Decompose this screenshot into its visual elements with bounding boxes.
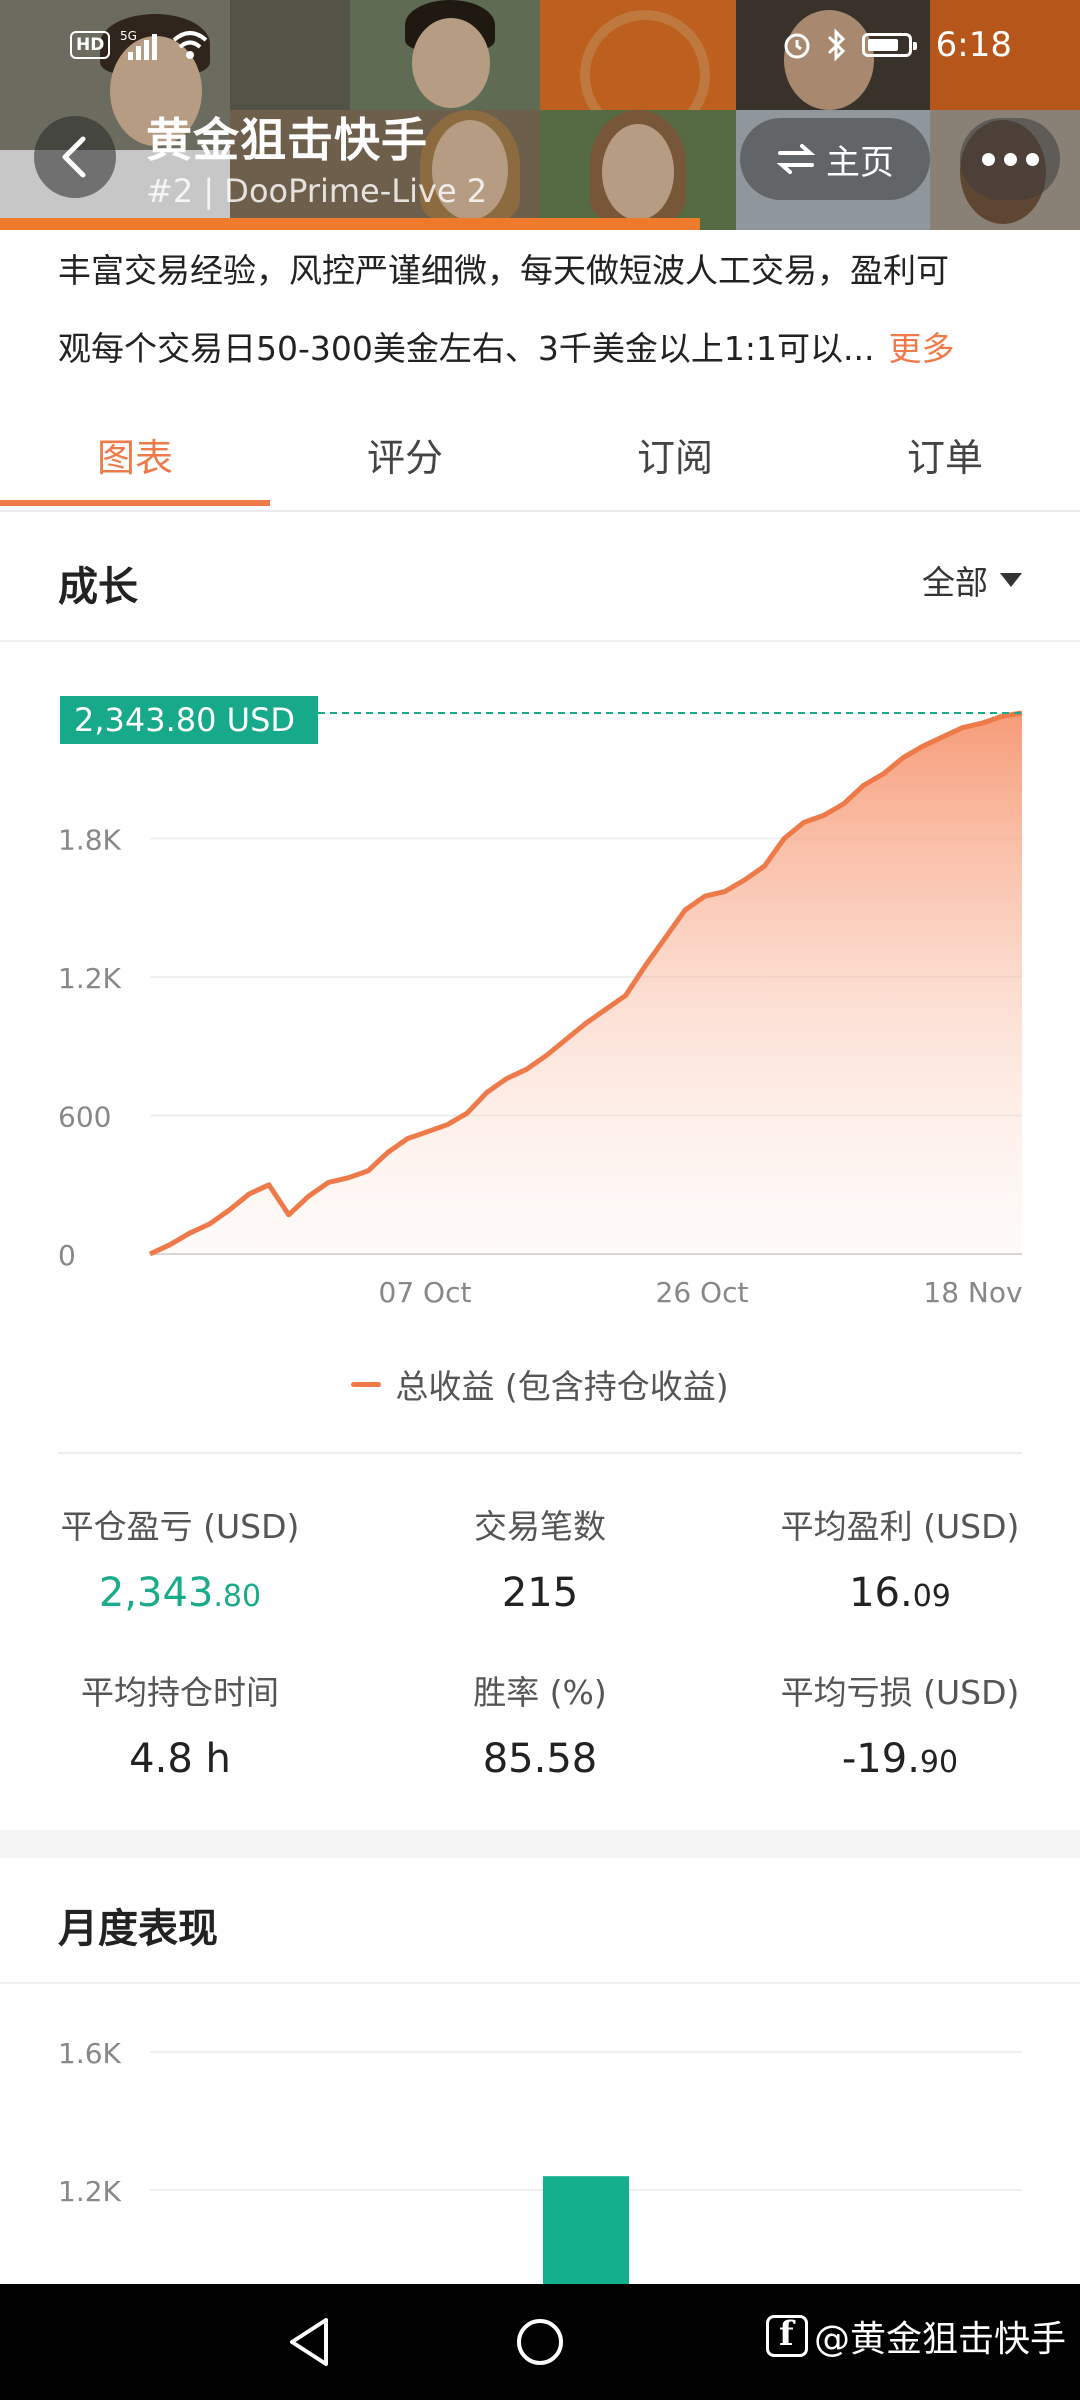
x-tick-label: 18 Nov xyxy=(923,1276,1022,1309)
stat-label: 交易笔数 xyxy=(474,1507,606,1546)
y-tick-label: 1.2K xyxy=(58,962,122,995)
nav-home-icon[interactable] xyxy=(514,2316,566,2368)
swap-icon xyxy=(776,144,816,174)
description-line-text: 观每个交易日50-300美金左右、3千美金以上1:1可以... xyxy=(58,329,875,368)
range-filter[interactable]: 全部 xyxy=(922,556,1022,604)
active-tab-indicator xyxy=(0,500,270,506)
x-tick-label: 07 Oct xyxy=(379,1276,472,1309)
growth-title: 成长 xyxy=(58,564,138,610)
stat-label: 平均盈利 (USD) xyxy=(780,1507,1020,1546)
description-line: 观每个交易日50-300美金左右、3千美金以上1:1可以... 更多 xyxy=(58,310,1038,388)
y-tick-label: 600 xyxy=(58,1101,111,1134)
page-title: 黄金狙击快手 xyxy=(146,113,428,167)
home-button[interactable]: 主页 xyxy=(740,118,930,200)
stat-trade-count: 交易笔数 215 xyxy=(360,1500,720,1616)
tab-rating[interactable]: 评分 xyxy=(270,400,540,508)
stat-avg-profit: 平均盈利 (USD) 16.09 xyxy=(720,1500,1080,1616)
stat-value-decimal: .80 xyxy=(213,1579,262,1614)
more-dot xyxy=(1025,152,1039,166)
stat-value-decimal: 09 xyxy=(912,1579,951,1614)
more-dots-icon xyxy=(981,152,995,166)
more-link[interactable]: 更多 xyxy=(888,329,954,368)
growth-area xyxy=(150,713,1022,1254)
stat-label: 胜率 (%) xyxy=(473,1673,607,1712)
stat-value-decimal: 90 xyxy=(919,1745,959,1780)
y-tick-label: 1.2K xyxy=(58,2175,122,2208)
tab-orders[interactable]: 订单 xyxy=(810,400,1080,508)
section-separator xyxy=(0,1830,1080,1858)
current-value-text: 2,343.80 USD xyxy=(74,701,295,739)
growth-header: 成长 全部 xyxy=(0,516,1080,642)
description-line: 丰富交易经验，风控严谨细微，每天做短波人工交易，盈利可 xyxy=(58,251,949,290)
hd-badge: HD xyxy=(70,31,111,59)
watermark-text: @黄金狙击快手 xyxy=(813,2319,1066,2360)
x-tick-label: 26 Oct xyxy=(656,1276,749,1309)
legend-label: 总收益 (包含持仓收益) xyxy=(395,1367,729,1406)
stat-value: 85.58 xyxy=(360,1736,720,1782)
chart-legend: 总收益 (包含持仓收益) xyxy=(0,1360,1080,1408)
stat-value: 4.8 h xyxy=(0,1736,360,1782)
stat-value-main: 2,343 xyxy=(98,1570,214,1616)
stat-value: 215 xyxy=(360,1570,720,1616)
tab-chart[interactable]: 图表 xyxy=(0,400,270,508)
alarm-icon xyxy=(784,33,810,59)
wifi-icon xyxy=(173,31,208,59)
home-button-label: 主页 xyxy=(826,142,894,183)
header-accent-line xyxy=(0,218,700,230)
battery-icon xyxy=(861,33,917,57)
monthly-bar xyxy=(543,2176,629,2284)
strategy-description: 丰富交易经验，风控严谨细微，每天做短波人工交易，盈利可 观每个交易日50-300… xyxy=(58,232,1038,388)
status-bar-left: HD 5G xyxy=(70,22,210,68)
caret-down-icon xyxy=(1000,573,1022,587)
y-tick-label: 0 xyxy=(58,1239,76,1272)
stat-avg-loss: 平均亏损 (USD) -19.90 xyxy=(720,1666,1080,1782)
more-dot xyxy=(1003,152,1017,166)
range-filter-label: 全部 xyxy=(922,563,988,602)
nav-back-icon[interactable] xyxy=(286,2316,334,2368)
stat-value: 16.09 xyxy=(720,1570,1080,1616)
monthly-header: 月度表现 xyxy=(0,1858,1080,1984)
stat-closed-pnl: 平仓盈亏 (USD) 2,343.80 xyxy=(0,1500,360,1616)
back-arrow-icon xyxy=(62,136,86,178)
account-subtitle: #2 | DooPrime-Live 2 xyxy=(146,172,488,210)
signal-icon: 5G xyxy=(120,29,158,60)
y-tick-label: 1.8K xyxy=(58,824,122,857)
growth-chart: 2,343.80 USD 0 600 1.2K 1.8K 07 Oct 26 Oct 18… xyxy=(58,696,1023,1309)
back-button[interactable] xyxy=(34,116,116,198)
header-banner: HD 5G 6:18 黄金狙击快手 #2 | DooPrime-Live 2 主… xyxy=(0,0,1080,230)
stat-value: -19.90 xyxy=(720,1736,1080,1782)
more-button[interactable] xyxy=(960,118,1060,200)
bluetooth-icon xyxy=(827,28,845,62)
watermark: @黄金狙击快手 xyxy=(765,2310,1066,2362)
stat-label: 平仓盈亏 (USD) xyxy=(60,1507,300,1546)
stat-value-main: 215 xyxy=(501,1570,579,1616)
divider xyxy=(58,1452,1022,1454)
legend-swatch xyxy=(351,1381,382,1387)
stat-label: 平均亏损 (USD) xyxy=(780,1673,1020,1712)
stat-value: 2,343.80 xyxy=(0,1570,360,1616)
stat-label: 平均持仓时间 xyxy=(81,1673,279,1712)
monthly-chart: 1.2K 1.6K xyxy=(58,2037,1022,2284)
current-value-badge: 2,343.80 USD xyxy=(60,696,318,744)
y-tick-label: 1.6K xyxy=(58,2037,122,2070)
monthly-title: 月度表现 xyxy=(58,1906,218,1952)
status-bar-right: 6:18 xyxy=(782,22,1012,68)
stat-value-main: 85.58 xyxy=(482,1736,598,1782)
tab-bar: 图表 评分 订阅 订单 xyxy=(0,400,1080,512)
stat-value-main: 4.8 h xyxy=(129,1736,231,1782)
stat-value-main: -19. xyxy=(841,1736,920,1782)
watermark-logo-icon xyxy=(765,2314,808,2357)
stat-value-main: 16. xyxy=(849,1570,913,1616)
stat-win-rate: 胜率 (%) 85.58 xyxy=(360,1666,720,1782)
tab-subscription[interactable]: 订阅 xyxy=(540,400,810,508)
stat-avg-hold-time: 平均持仓时间 4.8 h xyxy=(0,1666,360,1782)
svg-text:5G: 5G xyxy=(120,29,137,43)
status-time: 6:18 xyxy=(935,25,1012,65)
